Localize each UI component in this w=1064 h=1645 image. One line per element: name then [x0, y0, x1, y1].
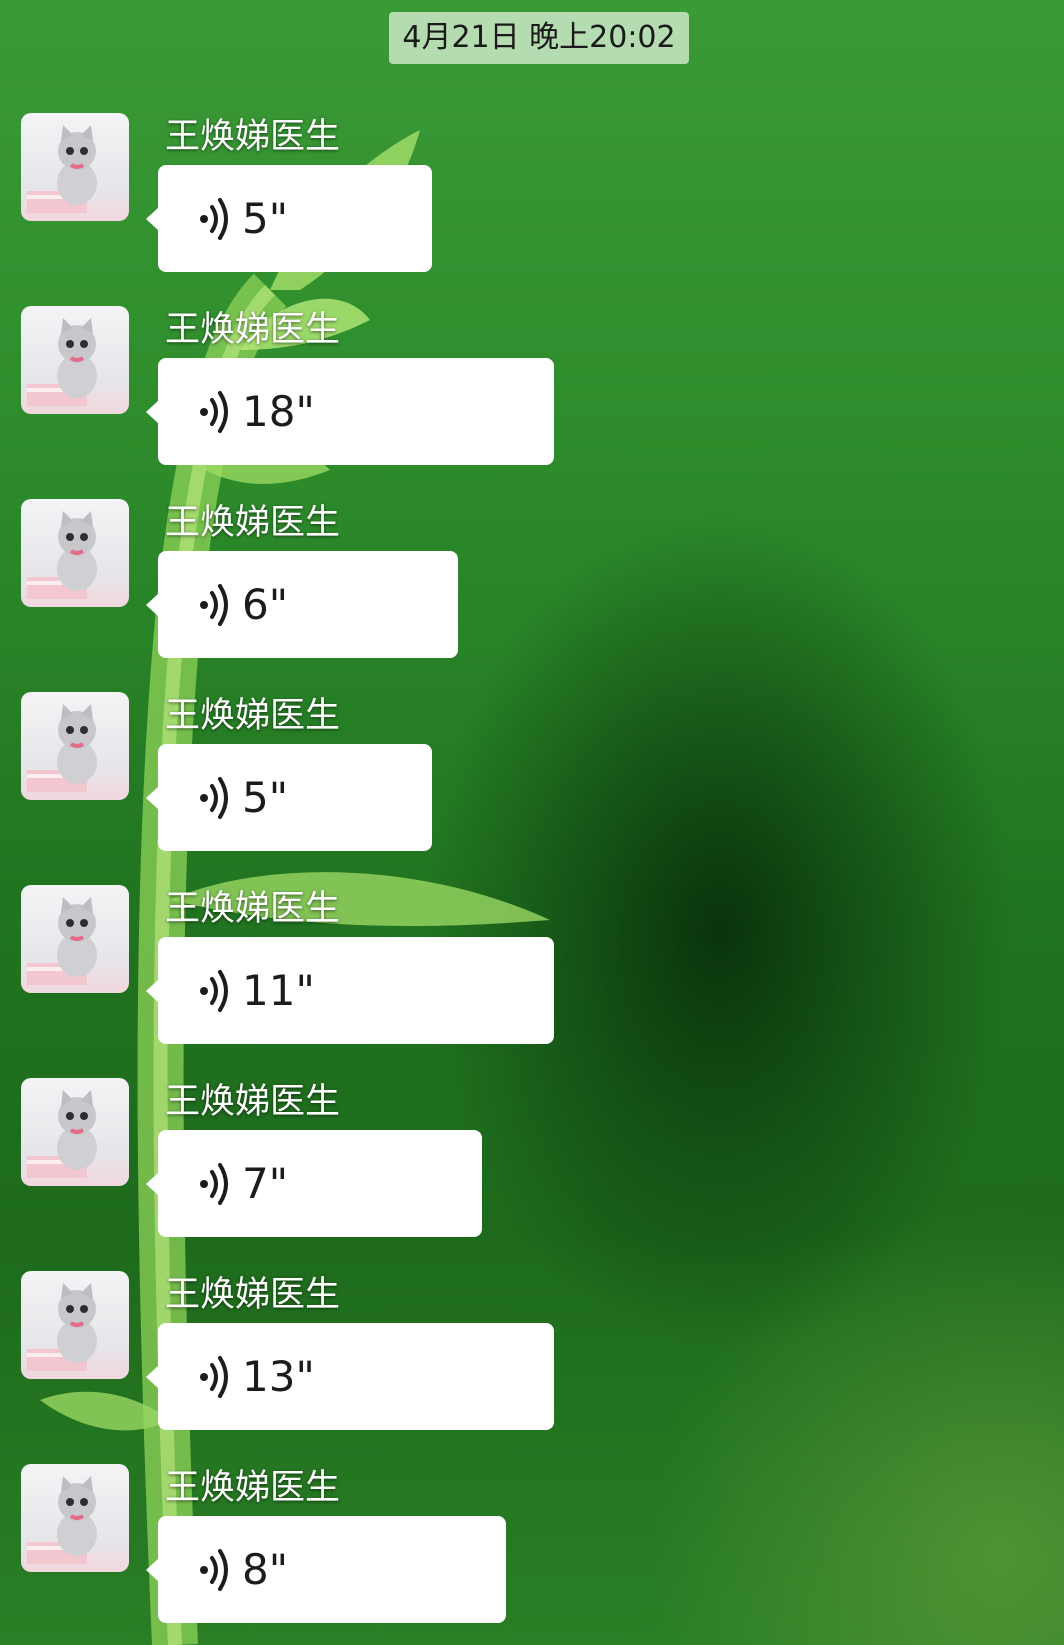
voice-duration: 5" — [242, 772, 289, 822]
voice-message: 王焕娣医生 7" — [0, 1078, 1064, 1258]
sender-name: 王焕娣医生 — [165, 117, 341, 157]
voice-duration: 11" — [242, 965, 315, 1015]
voice-bubble[interactable]: 6" — [146, 551, 458, 658]
voice-wave-icon — [200, 1355, 228, 1398]
voice-message: 王焕娣医生 18" — [0, 306, 1064, 486]
sender-name: 王焕娣医生 — [165, 1082, 341, 1122]
voice-bubble[interactable]: 18" — [146, 358, 554, 465]
voice-message: 王焕娣医生 5" — [0, 113, 1064, 293]
voice-duration: 7" — [242, 1158, 289, 1208]
kitten-avatar-icon[interactable] — [21, 113, 129, 221]
voice-wave-icon — [200, 969, 228, 1012]
kitten-avatar-icon[interactable] — [21, 885, 129, 993]
sender-name: 王焕娣医生 — [165, 503, 341, 543]
voice-wave-icon — [200, 583, 228, 626]
sender-name: 王焕娣医生 — [165, 889, 341, 929]
sender-name: 王焕娣医生 — [165, 1275, 341, 1315]
message-timestamp: 4月21日 晚上20:02 — [389, 12, 689, 64]
voice-bubble[interactable]: 7" — [146, 1130, 482, 1237]
kitten-avatar-icon[interactable] — [21, 1271, 129, 1379]
kitten-avatar-icon[interactable] — [21, 1078, 129, 1186]
voice-duration: 5" — [242, 193, 289, 243]
voice-bubble[interactable]: 8" — [146, 1516, 506, 1623]
kitten-avatar-icon[interactable] — [21, 1464, 129, 1572]
voice-message: 王焕娣医生 11" — [0, 885, 1064, 1065]
voice-message: 王焕娣医生 8" — [0, 1464, 1064, 1644]
voice-wave-icon — [200, 390, 228, 433]
sender-name: 王焕娣医生 — [165, 696, 341, 736]
voice-bubble[interactable]: 11" — [146, 937, 554, 1044]
voice-wave-icon — [200, 1162, 228, 1205]
voice-duration: 18" — [242, 386, 315, 436]
voice-duration: 8" — [242, 1544, 289, 1594]
kitten-avatar-icon[interactable] — [21, 499, 129, 607]
kitten-avatar-icon[interactable] — [21, 692, 129, 800]
sender-name: 王焕娣医生 — [165, 310, 341, 350]
voice-bubble[interactable]: 5" — [146, 744, 432, 851]
voice-wave-icon — [200, 1548, 228, 1591]
voice-bubble[interactable]: 13" — [146, 1323, 554, 1430]
voice-duration: 13" — [242, 1351, 315, 1401]
kitten-avatar-icon[interactable] — [21, 306, 129, 414]
voice-wave-icon — [200, 197, 228, 240]
voice-duration: 6" — [242, 579, 289, 629]
voice-message: 王焕娣医生 13" — [0, 1271, 1064, 1451]
sender-name: 王焕娣医生 — [165, 1468, 341, 1508]
voice-wave-icon — [200, 776, 228, 819]
voice-message: 王焕娣医生 6" — [0, 499, 1064, 679]
voice-message: 王焕娣医生 5" — [0, 692, 1064, 872]
voice-bubble[interactable]: 5" — [146, 165, 432, 272]
